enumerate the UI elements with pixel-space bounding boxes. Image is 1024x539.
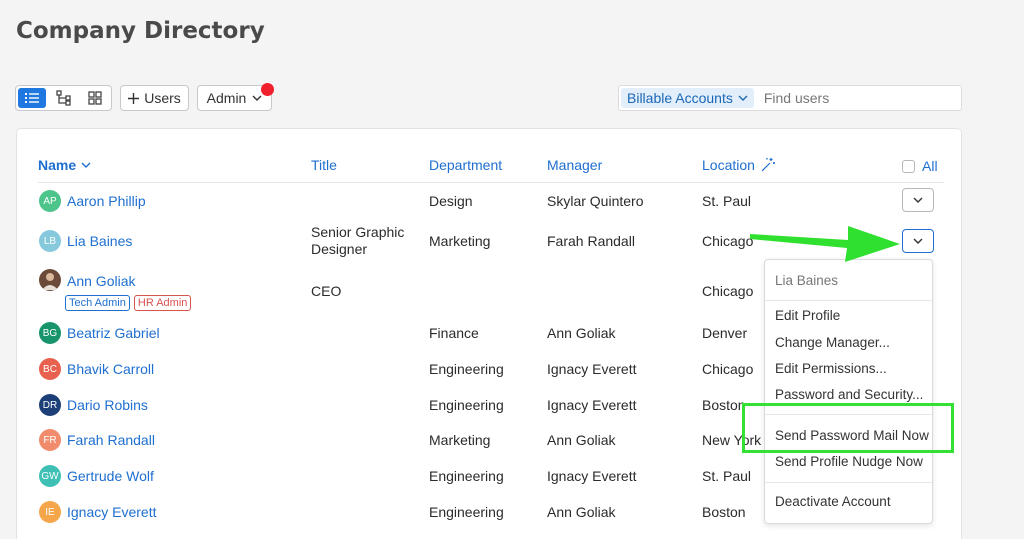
location-column-header[interactable]: Location: [702, 157, 776, 173]
user-name-link[interactable]: Beatriz Gabriel: [67, 325, 160, 341]
menu-divider: [765, 300, 932, 301]
select-all-label: All: [922, 158, 938, 174]
sort-chevron-icon: [81, 162, 91, 168]
admin-label: Admin: [206, 90, 247, 106]
view-toggle: [15, 85, 112, 111]
location-cell: Chicago: [702, 283, 754, 299]
grid-icon: [88, 91, 102, 105]
department-column-header[interactable]: Department: [429, 157, 502, 173]
chevron-down-icon: [913, 197, 923, 203]
department-cell: Finance: [429, 325, 479, 341]
menu-item-send-profile-nudge[interactable]: Send Profile Nudge Now: [775, 454, 923, 469]
billable-accounts-filter[interactable]: Billable Accounts: [621, 88, 754, 108]
row-actions-button-active[interactable]: [902, 229, 934, 253]
user-name-link[interactable]: Aaron Phillip: [67, 193, 146, 209]
magic-wand-icon[interactable]: [760, 157, 776, 173]
avatar: AP: [39, 190, 61, 212]
menu-item-password-security[interactable]: Password and Security...: [775, 387, 923, 402]
plus-icon: [128, 92, 140, 104]
manager-cell: Farah Randall: [547, 233, 635, 249]
location-cell: Denver: [702, 325, 748, 341]
select-all-checkbox[interactable]: [902, 159, 915, 173]
avatar: LB: [39, 230, 61, 252]
department-cell: Marketing: [429, 233, 491, 249]
billable-accounts-label: Billable Accounts: [627, 90, 733, 106]
org-chart-icon: [55, 90, 71, 106]
user-name-link[interactable]: Bhavik Carroll: [67, 361, 154, 377]
manager-cell: Ignacy Everett: [547, 361, 637, 377]
user-name-link[interactable]: Gertrude Wolf: [67, 468, 154, 484]
menu-item-edit-profile[interactable]: Edit Profile: [775, 308, 840, 323]
menu-header: Lia Baines: [775, 273, 839, 288]
avatar: FR: [39, 429, 61, 451]
title-cell-line2: Designer: [311, 241, 368, 257]
avatar: BG: [39, 322, 61, 344]
user-name-link[interactable]: Lia Baines: [67, 233, 132, 249]
green-arrow-annotation: [750, 226, 900, 262]
manager-column-header[interactable]: Manager: [547, 157, 602, 173]
tech-admin-tag: Tech Admin: [65, 295, 130, 311]
manager-cell: Ignacy Everett: [547, 397, 637, 413]
department-cell: Engineering: [429, 504, 504, 520]
page-title: Company Directory: [16, 18, 265, 44]
role-tags: Tech Admin HR Admin: [65, 293, 195, 311]
department-cell: Design: [429, 193, 473, 209]
title-cell: CEO: [311, 283, 342, 299]
department-cell: Engineering: [429, 361, 504, 377]
hr-admin-tag: HR Admin: [133, 295, 192, 311]
org-chart-view-button[interactable]: [50, 88, 78, 108]
header-divider: [38, 182, 944, 183]
list-view-button[interactable]: [18, 88, 46, 108]
highlight-annotation-box: [742, 403, 954, 453]
name-header-label: Name: [38, 157, 77, 173]
manager-cell: Ann Goliak: [547, 325, 616, 341]
chevron-down-icon: [738, 95, 748, 101]
menu-item-deactivate-account[interactable]: Deactivate Account: [775, 494, 891, 509]
list-icon: [24, 93, 39, 103]
row-actions-button[interactable]: [902, 188, 934, 212]
grid-view-button[interactable]: [81, 88, 109, 108]
location-cell: Chicago: [702, 233, 754, 249]
person-photo-icon: [42, 273, 58, 290]
location-cell: St. Paul: [702, 193, 752, 209]
location-cell: St. Paul: [702, 468, 752, 484]
manager-cell: Ann Goliak: [547, 432, 616, 448]
location-header-label: Location: [702, 157, 755, 173]
menu-item-edit-permissions[interactable]: Edit Permissions...: [775, 361, 887, 376]
user-name-link[interactable]: Dario Robins: [67, 397, 148, 413]
avatar: IE: [39, 501, 61, 523]
notification-dot: [261, 83, 274, 96]
department-cell: Engineering: [429, 468, 504, 484]
menu-divider: [765, 482, 932, 483]
name-column-header[interactable]: Name: [38, 157, 91, 173]
manager-cell: Ann Goliak: [547, 504, 616, 520]
department-cell: Engineering: [429, 397, 504, 413]
avatar-photo: [39, 269, 61, 291]
avatar: GW: [39, 465, 61, 487]
title-column-header[interactable]: Title: [311, 157, 337, 173]
search-bar: Billable Accounts: [618, 85, 962, 111]
avatar: BC: [39, 358, 61, 380]
user-name-link[interactable]: Ignacy Everett: [67, 504, 157, 520]
select-all[interactable]: All: [902, 158, 938, 174]
add-users-button[interactable]: Users: [120, 85, 189, 111]
chevron-down-icon: [913, 238, 923, 244]
title-cell-line1: Senior Graphic: [311, 224, 405, 240]
manager-cell: Ignacy Everett: [547, 468, 637, 484]
chevron-down-icon: [252, 95, 262, 101]
department-cell: Marketing: [429, 432, 491, 448]
add-users-label: Users: [144, 90, 181, 106]
location-cell: Chicago: [702, 361, 754, 377]
row-actions-menu: Lia Baines Edit Profile Change Manager..…: [764, 259, 933, 524]
user-name-link[interactable]: Ann Goliak: [67, 273, 135, 289]
avatar: DR: [39, 394, 61, 416]
user-name-link[interactable]: Farah Randall: [67, 432, 155, 448]
menu-item-change-manager[interactable]: Change Manager...: [775, 335, 890, 350]
find-users-input[interactable]: [763, 90, 959, 106]
location-cell: Boston: [702, 504, 746, 520]
manager-cell: Skylar Quintero: [547, 193, 644, 209]
location-cell: Boston: [702, 397, 746, 413]
